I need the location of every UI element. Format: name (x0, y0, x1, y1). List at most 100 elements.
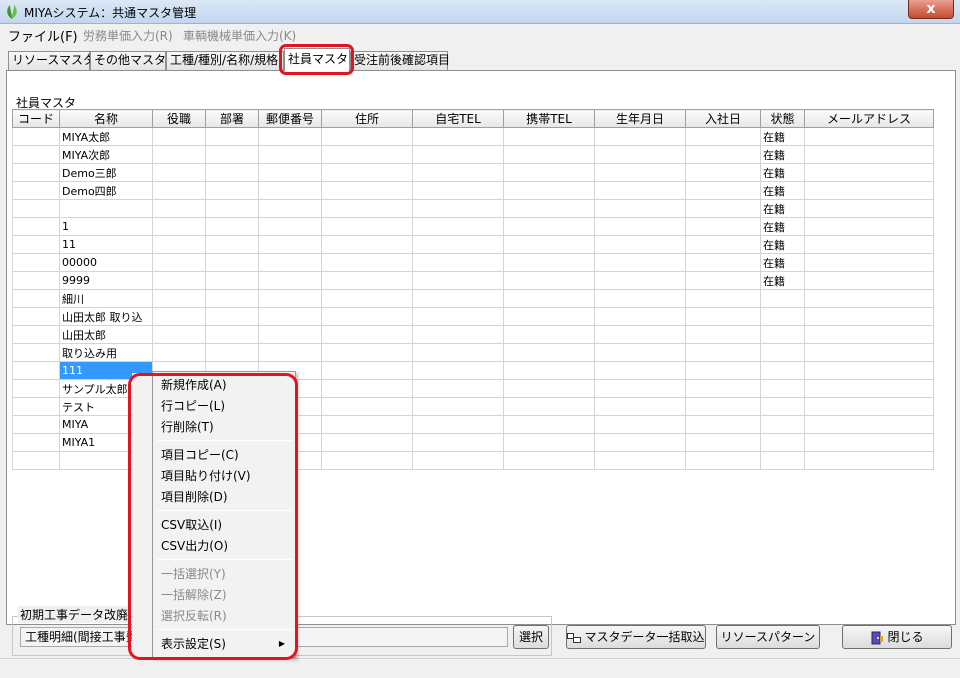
grid-cell[interactable] (503, 217, 595, 236)
table-row[interactable]: 在籍 (12, 199, 934, 218)
window-close-button[interactable]: x (908, 0, 954, 19)
grid-cell[interactable]: 在籍 (760, 199, 805, 218)
tab-work-category[interactable]: 工種/種別/名称/規格 (166, 51, 284, 70)
grid-cell[interactable] (503, 433, 595, 452)
grid-cell[interactable] (594, 307, 686, 326)
grid-cell[interactable]: Demo四郎 (59, 181, 153, 200)
grid-cell[interactable] (760, 343, 805, 362)
grid-cell[interactable] (321, 127, 413, 146)
grid-cell[interactable] (205, 127, 259, 146)
grid-cell[interactable] (152, 235, 206, 254)
grid-cell[interactable] (685, 307, 761, 326)
grid-cell[interactable] (594, 415, 686, 434)
grid-cell[interactable] (804, 145, 934, 164)
grid-cell[interactable] (412, 289, 504, 308)
grid-cell[interactable] (412, 235, 504, 254)
grid-cell[interactable] (804, 253, 934, 272)
grid-cell[interactable] (685, 289, 761, 308)
grid-cell[interactable] (12, 289, 60, 308)
grid-cell[interactable] (594, 217, 686, 236)
table-row[interactable]: MIYA次郎 在籍 (12, 145, 934, 164)
grid-cell[interactable] (594, 289, 686, 308)
grid-cell[interactable] (321, 181, 413, 200)
grid-cell[interactable] (258, 307, 322, 326)
grid-column-header[interactable]: 入社日 (685, 109, 761, 128)
grid-cell[interactable] (503, 235, 595, 254)
grid-cell[interactable] (321, 451, 413, 470)
grid-cell[interactable] (12, 361, 60, 380)
grid-cell[interactable] (503, 253, 595, 272)
grid-cell[interactable] (412, 433, 504, 452)
grid-cell[interactable] (804, 361, 934, 380)
grid-cell[interactable] (412, 127, 504, 146)
grid-cell[interactable] (12, 235, 60, 254)
grid-cell[interactable] (685, 217, 761, 236)
grid-cell[interactable] (804, 415, 934, 434)
grid-cell[interactable] (804, 199, 934, 218)
table-row[interactable]: 取り込み用 (12, 343, 934, 362)
grid-cell[interactable] (685, 325, 761, 344)
grid-cell[interactable] (205, 289, 259, 308)
table-row[interactable]: 9999 在籍 (12, 271, 934, 290)
grid-cell[interactable] (205, 343, 259, 362)
grid-cell[interactable] (321, 379, 413, 398)
grid-cell[interactable] (258, 271, 322, 290)
grid-cell[interactable] (321, 145, 413, 164)
grid-cell[interactable] (321, 325, 413, 344)
table-row[interactable]: 11 在籍 (12, 235, 934, 254)
grid-cell[interactable] (258, 163, 322, 182)
grid-cell[interactable] (321, 415, 413, 434)
grid-cell[interactable] (685, 235, 761, 254)
table-row[interactable]: Demo三郎 在籍 (12, 163, 934, 182)
close-button[interactable]: 閉じる (842, 625, 952, 649)
grid-cell[interactable] (804, 289, 934, 308)
grid-cell[interactable] (321, 217, 413, 236)
grid-cell[interactable] (258, 325, 322, 344)
grid-cell[interactable] (258, 253, 322, 272)
grid-cell[interactable]: 在籍 (760, 235, 805, 254)
grid-cell[interactable] (321, 163, 413, 182)
grid-cell[interactable] (152, 271, 206, 290)
grid-cell[interactable] (503, 343, 595, 362)
grid-cell[interactable] (804, 451, 934, 470)
grid-cell[interactable] (804, 433, 934, 452)
grid-cell[interactable] (12, 253, 60, 272)
grid-cell[interactable] (205, 145, 259, 164)
grid-cell[interactable] (412, 361, 504, 380)
grid-cell[interactable] (594, 433, 686, 452)
bulk-import-button[interactable]: マスタデータ一括取込 (566, 625, 706, 649)
grid-cell[interactable] (59, 199, 153, 218)
grid-cell[interactable]: MIYA太郎 (59, 127, 153, 146)
grid-cell[interactable] (594, 271, 686, 290)
table-row[interactable]: 細川 (12, 289, 934, 308)
grid-cell[interactable]: 9999 (59, 271, 153, 290)
grid-cell[interactable] (152, 199, 206, 218)
grid-cell[interactable] (685, 397, 761, 416)
grid-cell[interactable] (152, 325, 206, 344)
grid-cell[interactable] (503, 397, 595, 416)
grid-cell[interactable] (412, 199, 504, 218)
grid-cell[interactable] (321, 235, 413, 254)
grid-cell[interactable] (205, 217, 259, 236)
grid-cell[interactable] (12, 379, 60, 398)
grid-cell[interactable] (760, 379, 805, 398)
grid-cell[interactable] (152, 145, 206, 164)
grid-cell[interactable] (12, 307, 60, 326)
grid-cell[interactable] (503, 325, 595, 344)
grid-cell[interactable] (594, 379, 686, 398)
grid-cell[interactable]: 在籍 (760, 181, 805, 200)
tab-other-master[interactable]: その他マスタ (90, 51, 166, 70)
grid-column-header[interactable]: 状態 (760, 109, 805, 128)
grid-cell[interactable] (804, 343, 934, 362)
grid-cell[interactable] (258, 289, 322, 308)
grid-cell[interactable] (594, 451, 686, 470)
grid-cell[interactable]: 取り込み用 (59, 343, 153, 362)
grid-cell[interactable] (594, 199, 686, 218)
grid-cell[interactable] (152, 163, 206, 182)
grid-cell[interactable] (412, 343, 504, 362)
grid-cell[interactable] (594, 361, 686, 380)
resource-pattern-button[interactable]: リソースパターン (716, 625, 820, 649)
grid-cell[interactable]: 山田太郎 (59, 325, 153, 344)
grid-cell[interactable] (12, 433, 60, 452)
grid-scroll-area[interactable] (934, 109, 952, 589)
